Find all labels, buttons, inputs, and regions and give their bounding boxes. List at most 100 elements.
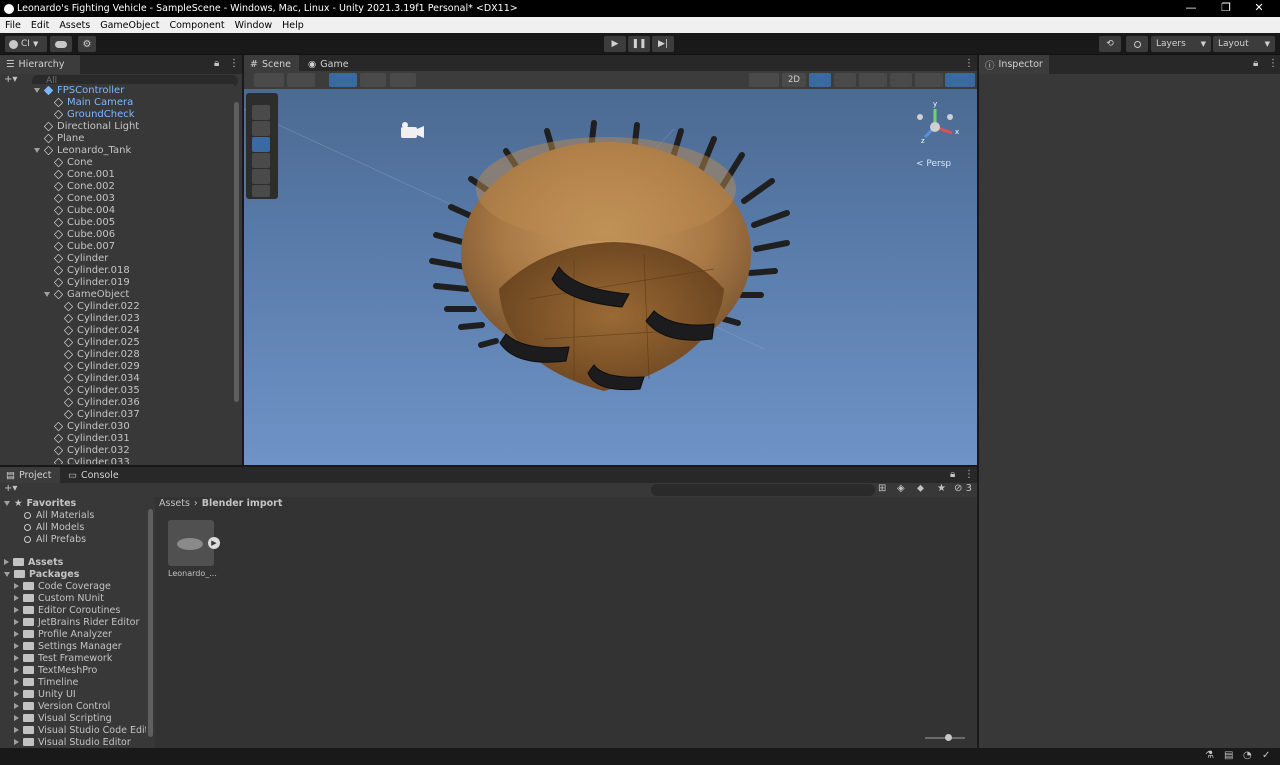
2d-toggle-button[interactable]: 2D — [782, 73, 806, 87]
hierarchy-item[interactable]: Main Camera — [53, 96, 133, 108]
expand-arrow-icon[interactable] — [14, 679, 19, 685]
expand-arrow-icon[interactable] — [14, 655, 19, 661]
hierarchy-item[interactable]: Cylinder.031 — [53, 432, 130, 444]
expand-arrow-icon[interactable] — [14, 595, 19, 601]
hierarchy-item[interactable]: Cube.006 — [53, 228, 115, 240]
hierarchy-scrollbar[interactable] — [233, 90, 240, 460]
snap-increment-button[interactable] — [360, 73, 386, 87]
cloud-button[interactable] — [50, 36, 72, 52]
more-icon[interactable]: ⋮ — [1268, 58, 1278, 69]
project-tree-item[interactable]: Timeline — [14, 676, 78, 688]
close-button[interactable]: ✕ — [1244, 0, 1274, 17]
tab-inspector[interactable]: ⓘ Inspector — [979, 55, 1049, 74]
project-tree-item[interactable]: Visual Scripting — [14, 712, 112, 724]
hierarchy-item[interactable]: Cylinder.035 — [63, 384, 140, 396]
hierarchy-item[interactable]: FPSController — [34, 84, 124, 96]
expand-arrow-icon[interactable] — [34, 87, 40, 93]
expand-arrow-icon[interactable] — [14, 631, 19, 637]
expand-arrow-icon[interactable] — [14, 739, 19, 745]
hierarchy-item[interactable]: GameObject — [44, 288, 129, 300]
hand-tool-button[interactable] — [252, 105, 270, 120]
visibility-button[interactable] — [890, 73, 912, 87]
hierarchy-item[interactable]: Cone.002 — [53, 180, 115, 192]
hierarchy-item[interactable]: Cylinder.036 — [63, 396, 140, 408]
progress-icon[interactable]: ◔ — [1243, 750, 1252, 761]
play-button[interactable]: ▶ — [604, 36, 626, 52]
hierarchy-item[interactable]: Cylinder.032 — [53, 444, 130, 456]
expand-arrow-icon[interactable] — [4, 500, 10, 506]
hierarchy-item[interactable]: Cylinder.025 — [63, 336, 140, 348]
search-by-type-icon[interactable]: ⊞ — [878, 483, 886, 494]
lock-icon[interactable]: 🔒︎ — [214, 58, 219, 69]
layers-dropdown[interactable]: Layers ▼ — [1151, 36, 1211, 52]
hierarchy-item[interactable]: Cylinder — [53, 252, 108, 264]
menu-gameobject[interactable]: GameObject — [95, 20, 164, 31]
search-by-label-icon[interactable]: ◈ — [897, 483, 905, 494]
check-icon[interactable]: ✓ — [1262, 750, 1270, 761]
rotate-tool-button[interactable] — [252, 137, 270, 152]
expand-arrow-icon[interactable] — [14, 715, 19, 721]
project-tree-item[interactable]: All Materials — [24, 509, 94, 521]
account-dropdown[interactable]: CI ▼ — [5, 36, 47, 52]
project-tree-item[interactable]: All Models — [24, 521, 84, 533]
project-tree-item[interactable]: Code Coverage — [14, 580, 111, 592]
more-icon[interactable]: ⋮ — [964, 469, 974, 480]
rect-tool-button[interactable] — [252, 169, 270, 184]
collab-button[interactable]: ⚙ — [78, 36, 96, 52]
expand-arrow-icon[interactable] — [14, 619, 19, 625]
grid-snap-button[interactable] — [329, 73, 357, 87]
more-icon[interactable]: ⋮ — [229, 58, 239, 69]
hierarchy-item[interactable]: Directional Light — [43, 120, 139, 132]
hierarchy-item[interactable]: Cylinder.029 — [63, 360, 140, 372]
project-tree-item[interactable]: Settings Manager — [14, 640, 122, 652]
expand-arrow-icon[interactable] — [14, 607, 19, 613]
hierarchy-item[interactable]: Cone — [53, 156, 93, 168]
undo-history-button[interactable]: ⟲ — [1099, 36, 1121, 52]
global-local-button[interactable] — [287, 73, 315, 87]
hierarchy-item[interactable]: Cylinder.030 — [53, 420, 130, 432]
project-tree-scrollbar[interactable] — [147, 497, 154, 748]
project-tree-item[interactable]: TextMeshPro — [14, 664, 97, 676]
project-tree-item[interactable]: All Prefabs — [24, 533, 86, 545]
expand-arrow-icon[interactable] — [14, 703, 19, 709]
scene-viewport[interactable]: y x z < Persp — [244, 89, 977, 465]
expand-arrow-icon[interactable] — [4, 559, 9, 565]
hierarchy-item[interactable]: Leonardo_Tank — [34, 144, 131, 156]
more-icon[interactable]: ⋮ — [964, 58, 974, 69]
project-tree-item[interactable]: Packages — [4, 568, 79, 580]
minimize-button[interactable]: — — [1176, 0, 1206, 17]
hierarchy-item[interactable]: Cylinder.022 — [63, 300, 140, 312]
expand-arrow-icon[interactable] — [34, 147, 40, 153]
breadcrumb-blender-import[interactable]: Blender import — [202, 498, 283, 509]
effects-button[interactable] — [859, 73, 887, 87]
expand-arrow-icon[interactable] — [4, 571, 10, 577]
hierarchy-item[interactable]: Cylinder.034 — [63, 372, 140, 384]
hierarchy-item[interactable]: Cylinder.018 — [53, 264, 130, 276]
move-tool-button[interactable] — [252, 121, 270, 136]
expand-arrow-icon[interactable] — [14, 643, 19, 649]
menu-assets[interactable]: Assets — [54, 20, 95, 31]
shading-mode-button[interactable] — [749, 73, 779, 87]
orientation-gizmo[interactable]: y x z — [912, 100, 959, 149]
pause-button[interactable]: ❚❚ — [628, 36, 650, 52]
hierarchy-item[interactable]: GroundCheck — [53, 108, 135, 120]
tab-hierarchy[interactable]: ☰ Hierarchy — [0, 55, 80, 74]
zoom-slider[interactable] — [925, 734, 965, 741]
project-tree-item[interactable]: Visual Studio Code Editor — [14, 724, 146, 736]
add-button[interactable]: +▾ — [4, 74, 17, 85]
hierarchy-item[interactable]: Cylinder.028 — [63, 348, 140, 360]
project-tree-item[interactable]: Assets — [4, 556, 63, 568]
scrollbar-thumb[interactable] — [234, 102, 239, 402]
search-button[interactable] — [1126, 36, 1148, 52]
menu-file[interactable]: File — [0, 20, 26, 31]
project-tree-item[interactable]: Editor Coroutines — [14, 604, 120, 616]
draw-mode-button[interactable] — [254, 73, 284, 87]
hierarchy-item[interactable]: Cone.001 — [53, 168, 115, 180]
step-button[interactable]: ▶| — [652, 36, 674, 52]
project-tree-item[interactable]: Profile Analyzer — [14, 628, 112, 640]
hierarchy-item[interactable]: Cylinder.033 — [53, 456, 130, 464]
scale-tool-button[interactable] — [252, 153, 270, 168]
hierarchy-item[interactable]: Cube.007 — [53, 240, 115, 252]
tag-icon[interactable]: ⬥ — [917, 483, 924, 494]
tab-console[interactable]: ▭ Console — [62, 467, 122, 483]
